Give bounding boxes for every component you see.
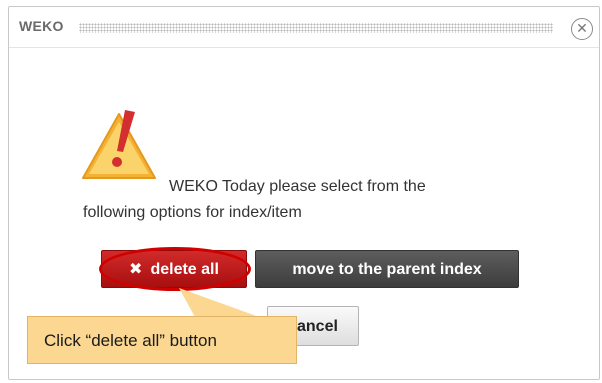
dialog-titlebar[interactable]: WEKO ✕ (9, 7, 599, 48)
dialog-window: WEKO ✕ WEKO Today please select from the… (8, 6, 600, 380)
delete-all-label: delete all (150, 261, 219, 278)
dialog-title: WEKO (19, 18, 64, 34)
x-icon: ✖ (129, 261, 143, 278)
dialog-content: WEKO Today please select from the follow… (9, 48, 599, 379)
warning-icon (82, 110, 156, 179)
message-line-1: WEKO Today please select from the (169, 178, 426, 195)
instruction-callout: Click “delete all” button (27, 316, 297, 364)
close-icon[interactable]: ✕ (571, 18, 593, 40)
dialog-message: WEKO Today please select from the follow… (83, 174, 523, 226)
message-line-2: following options for index/item (83, 204, 302, 221)
drag-handle[interactable] (79, 23, 553, 33)
move-to-parent-button[interactable]: move to the parent index (255, 250, 519, 288)
delete-all-button[interactable]: ✖ delete all (101, 250, 247, 288)
